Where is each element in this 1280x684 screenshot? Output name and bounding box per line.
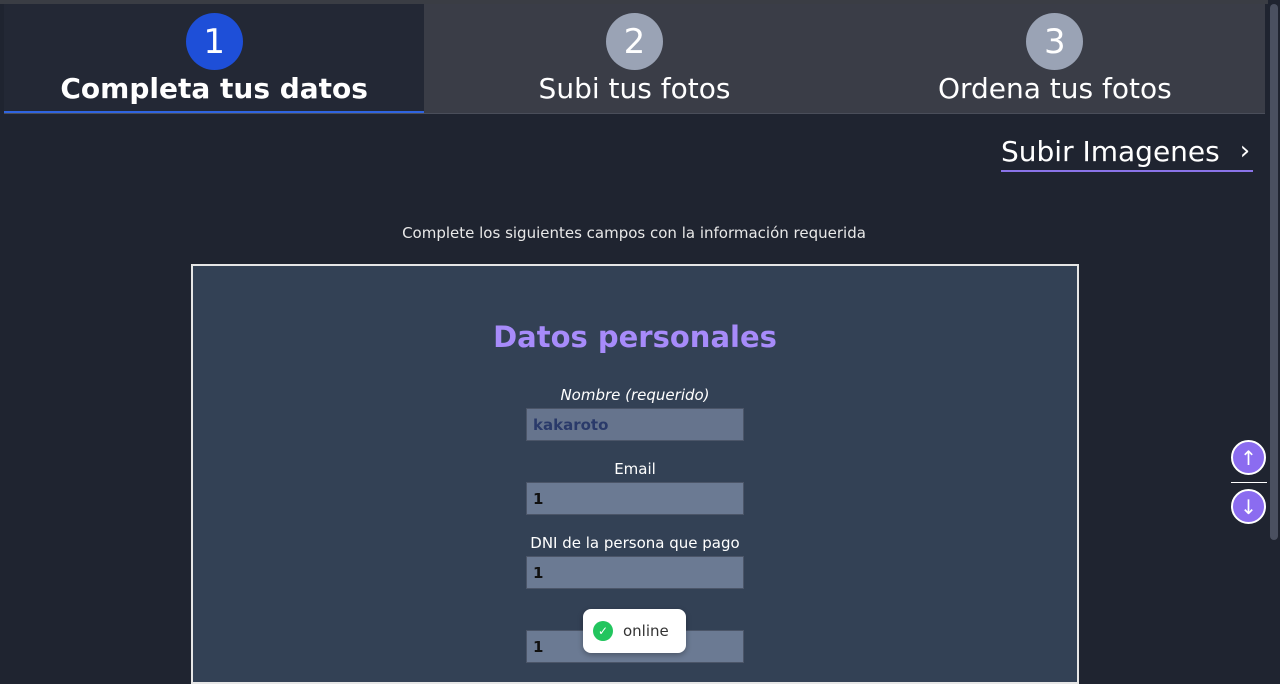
- step-2-number: 2: [605, 13, 663, 70]
- step-3-number: 3: [1026, 13, 1084, 70]
- subir-imagenes-label: Subir Imagenes: [1001, 134, 1220, 168]
- nombre-input[interactable]: [526, 408, 744, 441]
- scroll-divider: [1231, 482, 1267, 483]
- step-2[interactable]: 2 Subi tus fotos: [424, 4, 845, 113]
- chevron-right-icon: ›: [1239, 136, 1251, 166]
- instructions-text: Complete los siguientes campos con la in…: [402, 224, 866, 242]
- progress-steps: 1 Completa tus datos 2 Subi tus fotos 3 …: [4, 4, 1265, 114]
- scrollbar-thumb[interactable]: [1270, 4, 1278, 540]
- toast-text: online: [623, 622, 669, 640]
- arrow-down-icon: ↓: [1240, 494, 1257, 519]
- step-1-number: 1: [185, 13, 243, 70]
- step-2-label: Subi tus fotos: [538, 72, 731, 105]
- arrow-up-icon: ↑: [1240, 445, 1257, 470]
- check-circle-icon: ✓: [593, 621, 613, 641]
- email-label: Email: [614, 460, 656, 478]
- nombre-label: Nombre (requerido): [560, 386, 710, 404]
- status-toast: ✓ online: [583, 609, 686, 653]
- email-input[interactable]: [526, 482, 744, 515]
- step-1-label: Completa tus datos: [60, 72, 368, 105]
- dni-input[interactable]: [526, 556, 744, 589]
- scroll-down-button[interactable]: ↓: [1231, 489, 1266, 524]
- subir-imagenes-link[interactable]: Subir Imagenes ›: [1001, 132, 1253, 172]
- page-scrollbar[interactable]: [1268, 0, 1280, 667]
- step-3[interactable]: 3 Ordena tus fotos: [844, 4, 1265, 113]
- step-3-label: Ordena tus fotos: [937, 72, 1172, 105]
- form-title: Datos personales: [493, 320, 777, 354]
- step-1[interactable]: 1 Completa tus datos: [4, 4, 425, 113]
- dni-label: DNI de la persona que pago: [530, 534, 740, 552]
- scroll-up-button[interactable]: ↑: [1231, 440, 1266, 475]
